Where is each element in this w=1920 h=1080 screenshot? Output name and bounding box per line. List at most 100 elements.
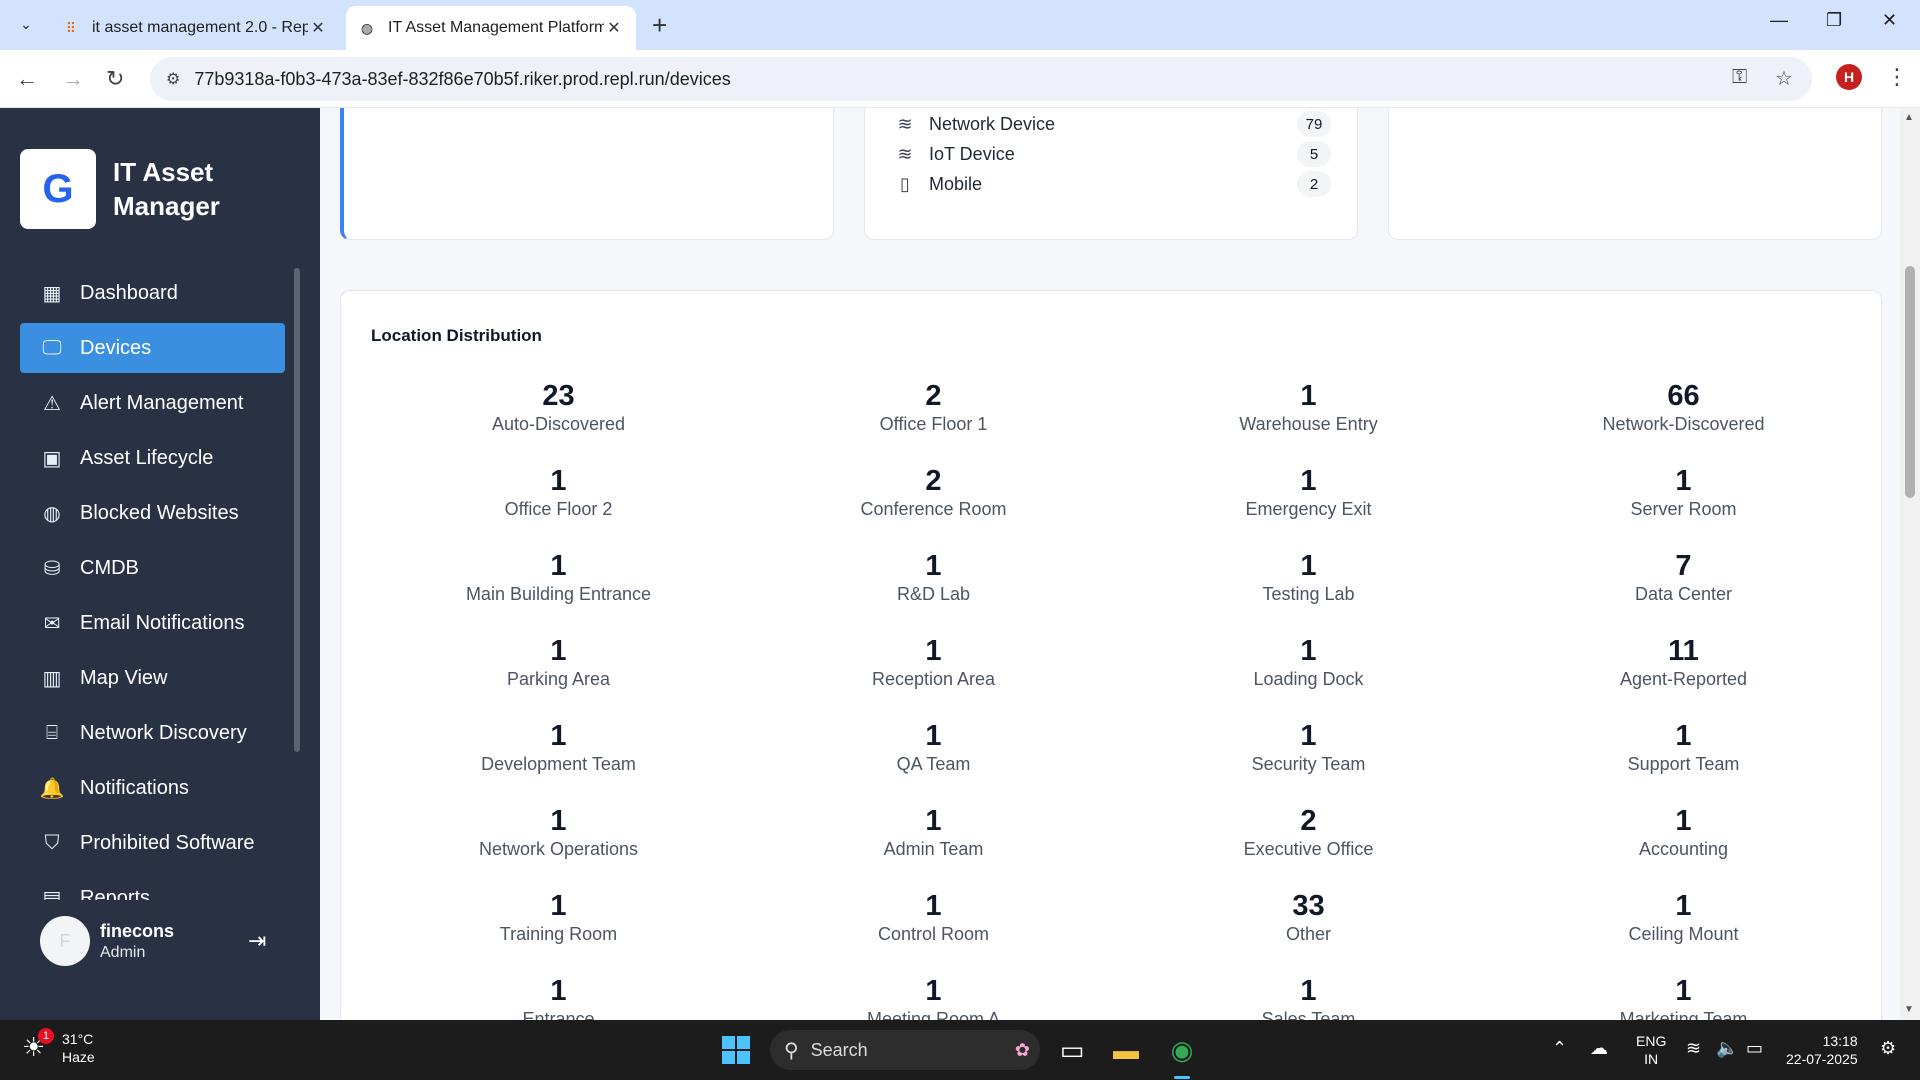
location-label: Data Center [1634, 584, 1733, 604]
page-scrollbar[interactable]: ▲ ▼ [1900, 108, 1920, 1020]
close-window-button[interactable]: ✕ [1882, 10, 1897, 31]
summary-card [340, 108, 834, 240]
sidebar-item-alert-management[interactable]: ⚠ Alert Management [20, 378, 285, 428]
sidebar-item-notifications[interactable]: 🔔 Notifications [20, 763, 285, 813]
file-explorer-icon[interactable]: ▬ [1108, 1032, 1144, 1068]
tab-title: IT Asset Management Platform [388, 19, 604, 36]
tab-title: it asset management 2.0 - Repli [92, 19, 308, 36]
sidebar-item-label: CMDB [80, 556, 139, 579]
location-stat: 1 Meeting Room A [746, 974, 1121, 1020]
sidebar-item-prohibited-software[interactable]: ⛉ Prohibited Software [20, 818, 285, 868]
browser-tab-active[interactable]: ◍ IT Asset Management Platform ✕ [346, 6, 636, 50]
bookmark-star-icon[interactable]: ☆ [1775, 66, 1793, 91]
user-profile: F finecons Admin [40, 916, 174, 966]
location-label: Support Team [1627, 754, 1740, 774]
url-text: 77b9318a-f0b3-473a-83ef-832f86e70b5f.rik… [194, 68, 731, 89]
sidebar-item-dashboard[interactable]: ▦ Dashboard [20, 268, 285, 318]
warning-icon: ⚠ [43, 392, 61, 415]
sidebar-item-label: Asset Lifecycle [80, 446, 214, 469]
location-label: Reception Area [871, 669, 996, 689]
location-label: Auto-Discovered [491, 414, 626, 434]
location-count: 1 [925, 550, 942, 582]
language-code: ENG [1636, 1033, 1667, 1049]
location-stat: 2 Executive Office [1121, 804, 1496, 889]
sidebar-item-reports[interactable]: ▤ Reports [20, 873, 285, 901]
scroll-up-icon[interactable]: ▲ [1904, 112, 1914, 123]
task-view-icon[interactable]: ▭ [1054, 1032, 1090, 1068]
location-stat: 1 Ceiling Mount [1496, 889, 1871, 974]
restore-button[interactable]: ❐ [1826, 10, 1842, 31]
location-label: Development Team [481, 754, 636, 774]
location-label: Parking Area [506, 669, 611, 689]
summary-card [1388, 108, 1882, 240]
volume-icon[interactable]: 🔈 [1716, 1038, 1738, 1059]
close-tab-icon[interactable]: ✕ [308, 18, 328, 38]
location-label: Testing Lab [1262, 584, 1355, 604]
sidebar-nav: ▦ Dashboard 🖵 Devices ⚠ Alert Management ▣ Asse… [20, 268, 285, 900]
sidebar-item-email-notifications[interactable]: ✉ Email Notifications [20, 598, 285, 648]
router-icon: ⌸ [46, 721, 58, 744]
monitor-icon: 🖵 [42, 336, 62, 359]
location-grid: 23 Auto-Discovered 2 Office Floor 1 1 Warehou… [371, 379, 1871, 1020]
browser-tab-replit[interactable]: ⠿ it asset management 2.0 - Repli ✕ [50, 6, 340, 50]
browser-menu-icon[interactable]: ⋮ [1886, 64, 1908, 90]
chrome-icon[interactable]: ◉ [1164, 1032, 1200, 1079]
battery-icon[interactable]: ▭ [1746, 1038, 1763, 1059]
scroll-down-icon[interactable]: ▼ [1904, 1004, 1914, 1015]
location-count: 1 [925, 805, 942, 837]
location-count: 1 [550, 975, 567, 1007]
location-stat: 1 Sales Team [1121, 974, 1496, 1020]
location-count: 1 [1675, 975, 1692, 1007]
taskbar-search[interactable]: ⚲ Search ✿ [770, 1030, 1040, 1070]
reload-button[interactable]: ↻ [106, 66, 124, 92]
sidebar-item-map-view[interactable]: ▥ Map View [20, 653, 285, 703]
sidebar-item-network-discovery[interactable]: ⌸ Network Discovery [20, 708, 285, 758]
address-bar[interactable]: ⚙ 77b9318a-f0b3-473a-83ef-832f86e70b5f.r… [150, 57, 1812, 101]
sidebar-item-cmdb[interactable]: ⛁ CMDB [20, 543, 285, 593]
location-label: Entrance [522, 1009, 595, 1020]
language-indicator[interactable]: ENG IN [1636, 1032, 1666, 1068]
profile-avatar[interactable]: H [1836, 64, 1862, 90]
browser-toolbar: ← → ↻ ⚙ 77b9318a-f0b3-473a-83ef-832f86e7… [0, 50, 1920, 108]
location-count: 1 [925, 720, 942, 752]
location-count: 1 [1300, 380, 1317, 412]
location-label: Conference Room [860, 499, 1007, 519]
back-button[interactable]: ← [16, 66, 38, 92]
tab-search-button[interactable]: ⌄ [12, 10, 40, 38]
location-label: Warehouse Entry [1239, 414, 1378, 434]
location-stat: 1 Development Team [371, 719, 746, 804]
chevron-up-icon[interactable]: ⌃ [1552, 1038, 1567, 1059]
clock[interactable]: 13:18 22-07-2025 [1786, 1032, 1858, 1068]
brand: G IT Asset Manager [20, 149, 253, 229]
weather-widget[interactable]: ☀ 1 31°C Haze [22, 1028, 95, 1066]
notification-center-icon[interactable]: ⚙ [1880, 1038, 1896, 1059]
app-name: IT Asset Manager [113, 157, 220, 221]
scrollbar-thumb[interactable] [1905, 266, 1915, 498]
sidebar-scrollbar[interactable] [294, 268, 300, 752]
search-highlight-icon: ✿ [1014, 1039, 1030, 1060]
forward-button[interactable]: → [62, 66, 84, 92]
minimize-button[interactable]: — [1770, 10, 1788, 31]
clock-date: 22-07-2025 [1786, 1051, 1858, 1067]
location-count: 1 [550, 635, 567, 667]
logout-icon[interactable]: ⇥ [248, 928, 266, 954]
location-label: R&D Lab [896, 584, 971, 604]
close-tab-icon[interactable]: ✕ [604, 18, 624, 38]
sidebar-item-label: Dashboard [80, 281, 178, 304]
sidebar-item-blocked-websites[interactable]: ◍ Blocked Websites [20, 488, 285, 538]
start-button[interactable] [722, 1036, 750, 1064]
new-tab-button[interactable]: + [652, 10, 667, 41]
site-info-icon[interactable]: ⚙ [166, 69, 180, 89]
location-count: 11 [1668, 635, 1699, 667]
sidebar-item-asset-lifecycle[interactable]: ▣ Asset Lifecycle [20, 433, 285, 483]
device-type-row: ▯ Mobile 2 [895, 169, 1331, 199]
location-count: 7 [1675, 550, 1692, 582]
wifi-icon[interactable]: ≋ [1686, 1038, 1701, 1059]
user-role: Admin [100, 943, 146, 961]
main-content: ▯Mobile Device3≋Network Device79≋IoT Dev… [320, 108, 1900, 1020]
onedrive-icon[interactable]: ☁ [1590, 1038, 1608, 1059]
device-type-name: IoT Device [929, 143, 1015, 164]
wifi-icon: ≋ [897, 113, 913, 134]
sidebar-item-devices[interactable]: 🖵 Devices [20, 323, 285, 373]
password-key-icon[interactable]: ⚿ [1732, 66, 1747, 89]
